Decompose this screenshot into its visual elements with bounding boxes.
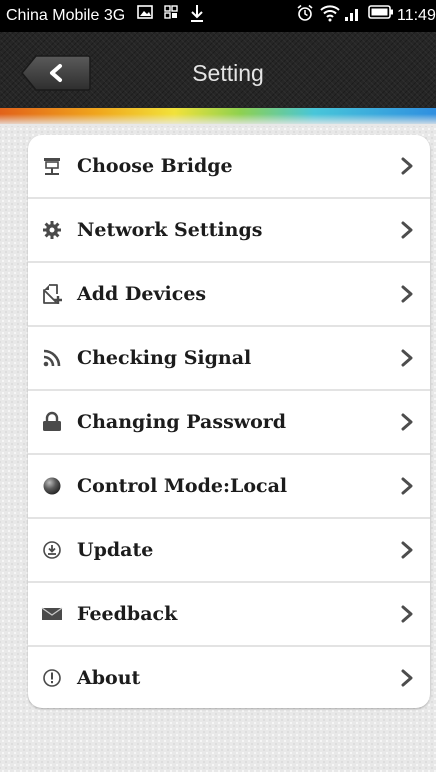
info-icon	[40, 666, 64, 690]
chevron-right-icon	[401, 541, 413, 559]
menu-item-label: Control Mode:Local	[77, 475, 288, 497]
menu-item-label: Checking Signal	[77, 347, 252, 369]
menu-item-about[interactable]: About	[28, 647, 430, 708]
signal-icon	[40, 346, 64, 370]
status-bar: China Mobile 3G 11:49	[0, 0, 436, 32]
menu-item-add-devices[interactable]: Add Devices	[28, 263, 430, 327]
menu-item-label: Update	[77, 539, 154, 561]
rainbow-divider	[0, 108, 436, 126]
settings-menu: Choose Bridge Network Settings Add Devic…	[28, 135, 430, 708]
header-bar: Setting	[0, 32, 436, 108]
menu-item-network-settings[interactable]: Network Settings	[28, 199, 430, 263]
back-button[interactable]	[20, 54, 92, 92]
menu-item-label: Feedback	[77, 603, 178, 625]
menu-item-label: Network Settings	[77, 219, 263, 241]
mail-icon	[40, 602, 64, 626]
menu-item-label: Choose Bridge	[77, 155, 233, 177]
update-icon	[40, 538, 64, 562]
battery-icon	[368, 4, 394, 20]
signal-bars-icon	[344, 4, 362, 22]
menu-item-label: About	[77, 666, 141, 689]
page-title: Setting	[192, 60, 264, 86]
menu-item-label: Changing Password	[77, 411, 287, 433]
status-time: 11:49	[397, 7, 436, 24]
alarm-icon	[296, 4, 314, 22]
chevron-right-icon	[401, 157, 413, 175]
wifi-icon	[320, 4, 340, 22]
download-icon	[190, 4, 204, 24]
menu-item-checking-signal[interactable]: Checking Signal	[28, 327, 430, 391]
menu-item-changing-password[interactable]: Changing Password	[28, 391, 430, 455]
chevron-right-icon	[401, 413, 413, 431]
carrier-name: China Mobile 3G	[6, 7, 126, 24]
menu-item-feedback[interactable]: Feedback	[28, 583, 430, 647]
menu-item-choose-bridge[interactable]: Choose Bridge	[28, 135, 430, 199]
menu-item-control-mode[interactable]: Control Mode:Local	[28, 455, 430, 519]
chevron-right-icon	[401, 605, 413, 623]
chevron-right-icon	[401, 285, 413, 303]
lock-icon	[40, 410, 64, 434]
chevron-right-icon	[401, 669, 413, 686]
image-icon	[137, 4, 153, 20]
gear-icon	[40, 218, 64, 242]
globe-icon	[40, 474, 64, 498]
chevron-right-icon	[401, 349, 413, 367]
add-device-icon	[40, 282, 64, 306]
qr-icon	[164, 4, 178, 20]
chevron-right-icon	[401, 221, 413, 239]
menu-item-label: Add Devices	[77, 283, 207, 305]
bridge-icon	[40, 154, 64, 178]
chevron-right-icon	[401, 477, 413, 495]
menu-item-update[interactable]: Update	[28, 519, 430, 583]
